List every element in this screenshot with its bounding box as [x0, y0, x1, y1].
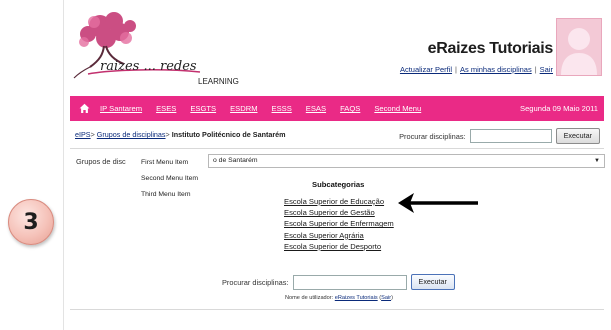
- breadcrumb-arrow: >: [165, 130, 170, 139]
- page-divider-line: [63, 0, 64, 330]
- nav-item-esdrm[interactable]: ESDRM: [230, 104, 257, 113]
- nav-item-second-menu[interactable]: Second Menu: [374, 104, 421, 113]
- subcategory-link-agraria[interactable]: Escola Superior Agrária: [284, 230, 394, 241]
- footer-logout-link[interactable]: Sair: [381, 295, 391, 301]
- breadcrumb-current: Instituto Politécnico de Santarém: [171, 130, 286, 139]
- main-nav-bar: IP Santarem ESES ESGTS ESDRM ESSS ESAS F…: [70, 96, 604, 121]
- top-search-input[interactable]: [469, 129, 552, 143]
- update-profile-link[interactable]: Actualizar Perfil: [400, 65, 452, 74]
- top-search-button[interactable]: Executar: [555, 128, 600, 144]
- subcategory-link-gestao[interactable]: Escola Superior de Gestão: [284, 207, 394, 218]
- current-date: Segunda 09 Maio 2011: [520, 104, 598, 113]
- nav-item-esss[interactable]: ESSS: [272, 104, 292, 113]
- footer-divider: [70, 309, 604, 310]
- breadcrumb-eips[interactable]: eIPS: [75, 130, 91, 139]
- subcategories-title: Subcategorias: [312, 180, 365, 189]
- breadcrumb-bar: eIPS> Grupos de disciplinas> Instituto P…: [70, 126, 604, 146]
- subcategories-list: Escola Superior de Educação Escola Super…: [284, 196, 394, 252]
- top-search-label: Procurar disciplinas:: [399, 131, 466, 141]
- course-groups-select[interactable]: o de Santarém ▼: [208, 154, 605, 168]
- user-silhouette-icon: [561, 28, 597, 75]
- course-groups-selected-value: o de Santarém: [213, 157, 258, 164]
- username-link[interactable]: eRaizes Tutoriais: [335, 295, 378, 301]
- bottom-search-form: Procurar disciplinas: Executar: [222, 274, 455, 290]
- home-icon[interactable]: [79, 103, 90, 114]
- logo-tree-icon: raizes ... redes LEARNING: [73, 12, 239, 86]
- course-groups-label: Grupos de disc: [76, 157, 126, 166]
- bottom-search-label: Procurar disciplinas:: [222, 277, 289, 287]
- subcategory-link-educacao[interactable]: Escola Superior de Educação: [284, 196, 394, 207]
- breadcrumb-course-groups[interactable]: Grupos de disciplinas: [97, 130, 166, 139]
- my-courses-link[interactable]: As minhas disciplinas: [460, 65, 532, 74]
- dropdown-menu: First Menu Item Second Menu Item Third M…: [138, 155, 208, 203]
- separator: |: [455, 65, 457, 74]
- menu-item-third[interactable]: Third Menu Item: [138, 187, 208, 203]
- eraizes-logo[interactable]: raizes ... redes LEARNING: [70, 12, 250, 88]
- breadcrumb: eIPS> Grupos de disciplinas> Instituto P…: [75, 130, 286, 139]
- bottom-search-input[interactable]: [292, 274, 407, 290]
- divider: [70, 148, 604, 149]
- pointer-arrow-icon: [398, 193, 478, 213]
- logout-paren-close: ): [391, 295, 393, 301]
- menu-item-first[interactable]: First Menu Item: [138, 155, 208, 171]
- subcategory-link-enfermagem[interactable]: Escola Superior de Enfermagem: [284, 218, 394, 229]
- menu-item-second[interactable]: Second Menu Item: [138, 171, 208, 187]
- site-title: eRaizes Tutoriais: [427, 40, 554, 57]
- nav-item-esas[interactable]: ESAS: [306, 104, 326, 113]
- separator: |: [534, 65, 537, 74]
- logo-text-top: raizes ... redes: [100, 59, 197, 74]
- bottom-search-button[interactable]: Executar: [410, 274, 455, 290]
- nav-item-faqs[interactable]: FAQS: [340, 104, 360, 113]
- chevron-down-icon: ▼: [594, 158, 600, 164]
- user-avatar[interactable]: [556, 18, 602, 76]
- username-label: Nome de utilizador:: [285, 295, 334, 301]
- nav-item-eses[interactable]: ESES: [156, 104, 176, 113]
- nav-item-ip-santarem[interactable]: IP Santarem: [100, 104, 142, 113]
- subcategory-link-desporto[interactable]: Escola Superior de Desporto: [284, 241, 394, 252]
- logo-text-bottom: LEARNING: [198, 77, 239, 86]
- user-links: Actualizar Perfil | As minhas disciplinas |…: [400, 65, 553, 74]
- top-search-form: Procurar disciplinas: Executar: [399, 128, 600, 144]
- step-number-badge: 3: [8, 199, 54, 245]
- logged-in-user: Nome de utilizador: eRaizes Tutoriais (S…: [285, 295, 393, 301]
- logout-link[interactable]: Sair: [540, 65, 553, 74]
- nav-item-esgts[interactable]: ESGTS: [190, 104, 216, 113]
- breadcrumb-arrow: >: [90, 130, 95, 139]
